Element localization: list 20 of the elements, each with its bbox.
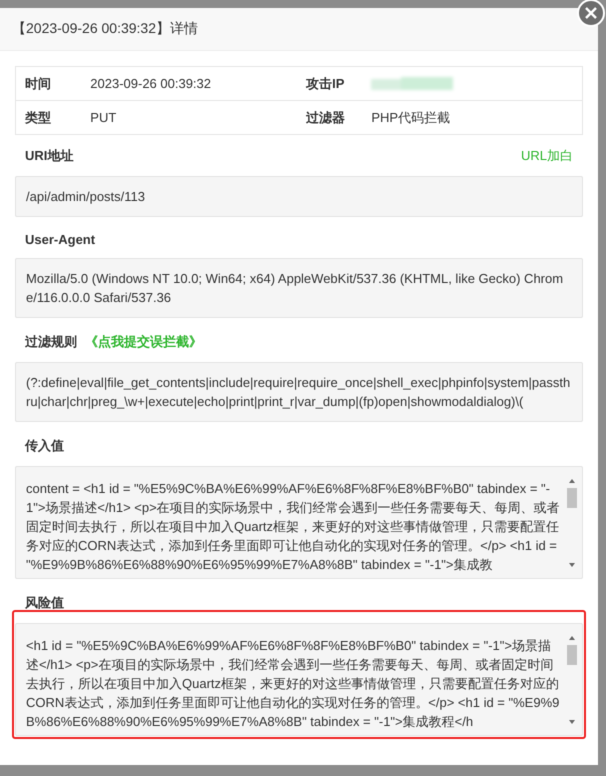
field-label: 过滤器 (306, 110, 346, 124)
section-heading: 风险值 (25, 594, 64, 612)
dialog-title: 【2023-09-26 00:39:32】详情 (12, 20, 198, 38)
field-value: 2023-09-26 00:39:32 (90, 76, 211, 91)
text-area[interactable]: <h1 id = "%E5%9C%BA%E6%99%AF%E6%8F%8F%E8%BF%B0" tabindex = "-1">场景描述</h1> <p>在项目的实际场景中，我们经常会遇到一些任务需要每天、每周、或者固定时间去执行，所以在项目中加入Quartz框架，来更好的对这些事情做管理，只需要配置任务对应的CORN表达式，添加到任务里面即可让他自动化的实现对任务的管理。</p> <h1 id = "%E9%9B%86%E6%88%90%E6%95%99%E7%A8%8B" tabindex = "-1">集成教程</h (15, 623, 583, 736)
section-heading: URI地址 (25, 147, 74, 165)
field-label: 类型 (25, 110, 51, 124)
value-box: Mozilla/5.0 (Windows NT 10.0; Win64; x64) AppleWebKit/537.36 (KHTML, like Gecko) Chrome/116.0.0.0 Safari/537.36 (15, 258, 583, 318)
field-label: 攻击IP (306, 76, 344, 90)
close-icon[interactable] (577, 0, 605, 27)
section-heading: 过滤规则 (25, 333, 77, 351)
blurred-value-icon (371, 76, 454, 90)
text-area[interactable]: content = <h1 id = "%E5%9C%BA%E6%99%AF%E6%8F%8F%E8%BF%B0" tabindex = "-1">场景描述</h1> <p>在项目的实际场景中，我们经常会遇到一些任务需要每天、每周、或者固定时间去执行，所以在项目中加入Quartz框架，来更好的对这些事情做管理，只需要配置任务对应的CORN表达式，添加到任务里面即可让他自动化的实现对任务的管理。</p> <h1 id = "%E9%9B%86%E6%88%90%E6%95%99%E7%A8%8B" tabindex = "-1">集成教 (15, 466, 583, 579)
field-value: PHP代码拦截 (371, 110, 450, 124)
section-heading: 传入值 (25, 437, 64, 455)
value-box: /api/admin/posts/113 (15, 176, 583, 217)
field-value: PUT (90, 110, 116, 125)
field-label: 时间 (25, 76, 51, 90)
value-box: (?:define|eval|file_get_contents|include|require|require_once|shell_exec|phpinfo|system|passthru|char|chr|preg_\w+|execute|echo|print|print_r|var_dump|(fp)open|showmodaldialog)\( (15, 362, 583, 422)
section-heading: User-Agent (25, 232, 96, 247)
